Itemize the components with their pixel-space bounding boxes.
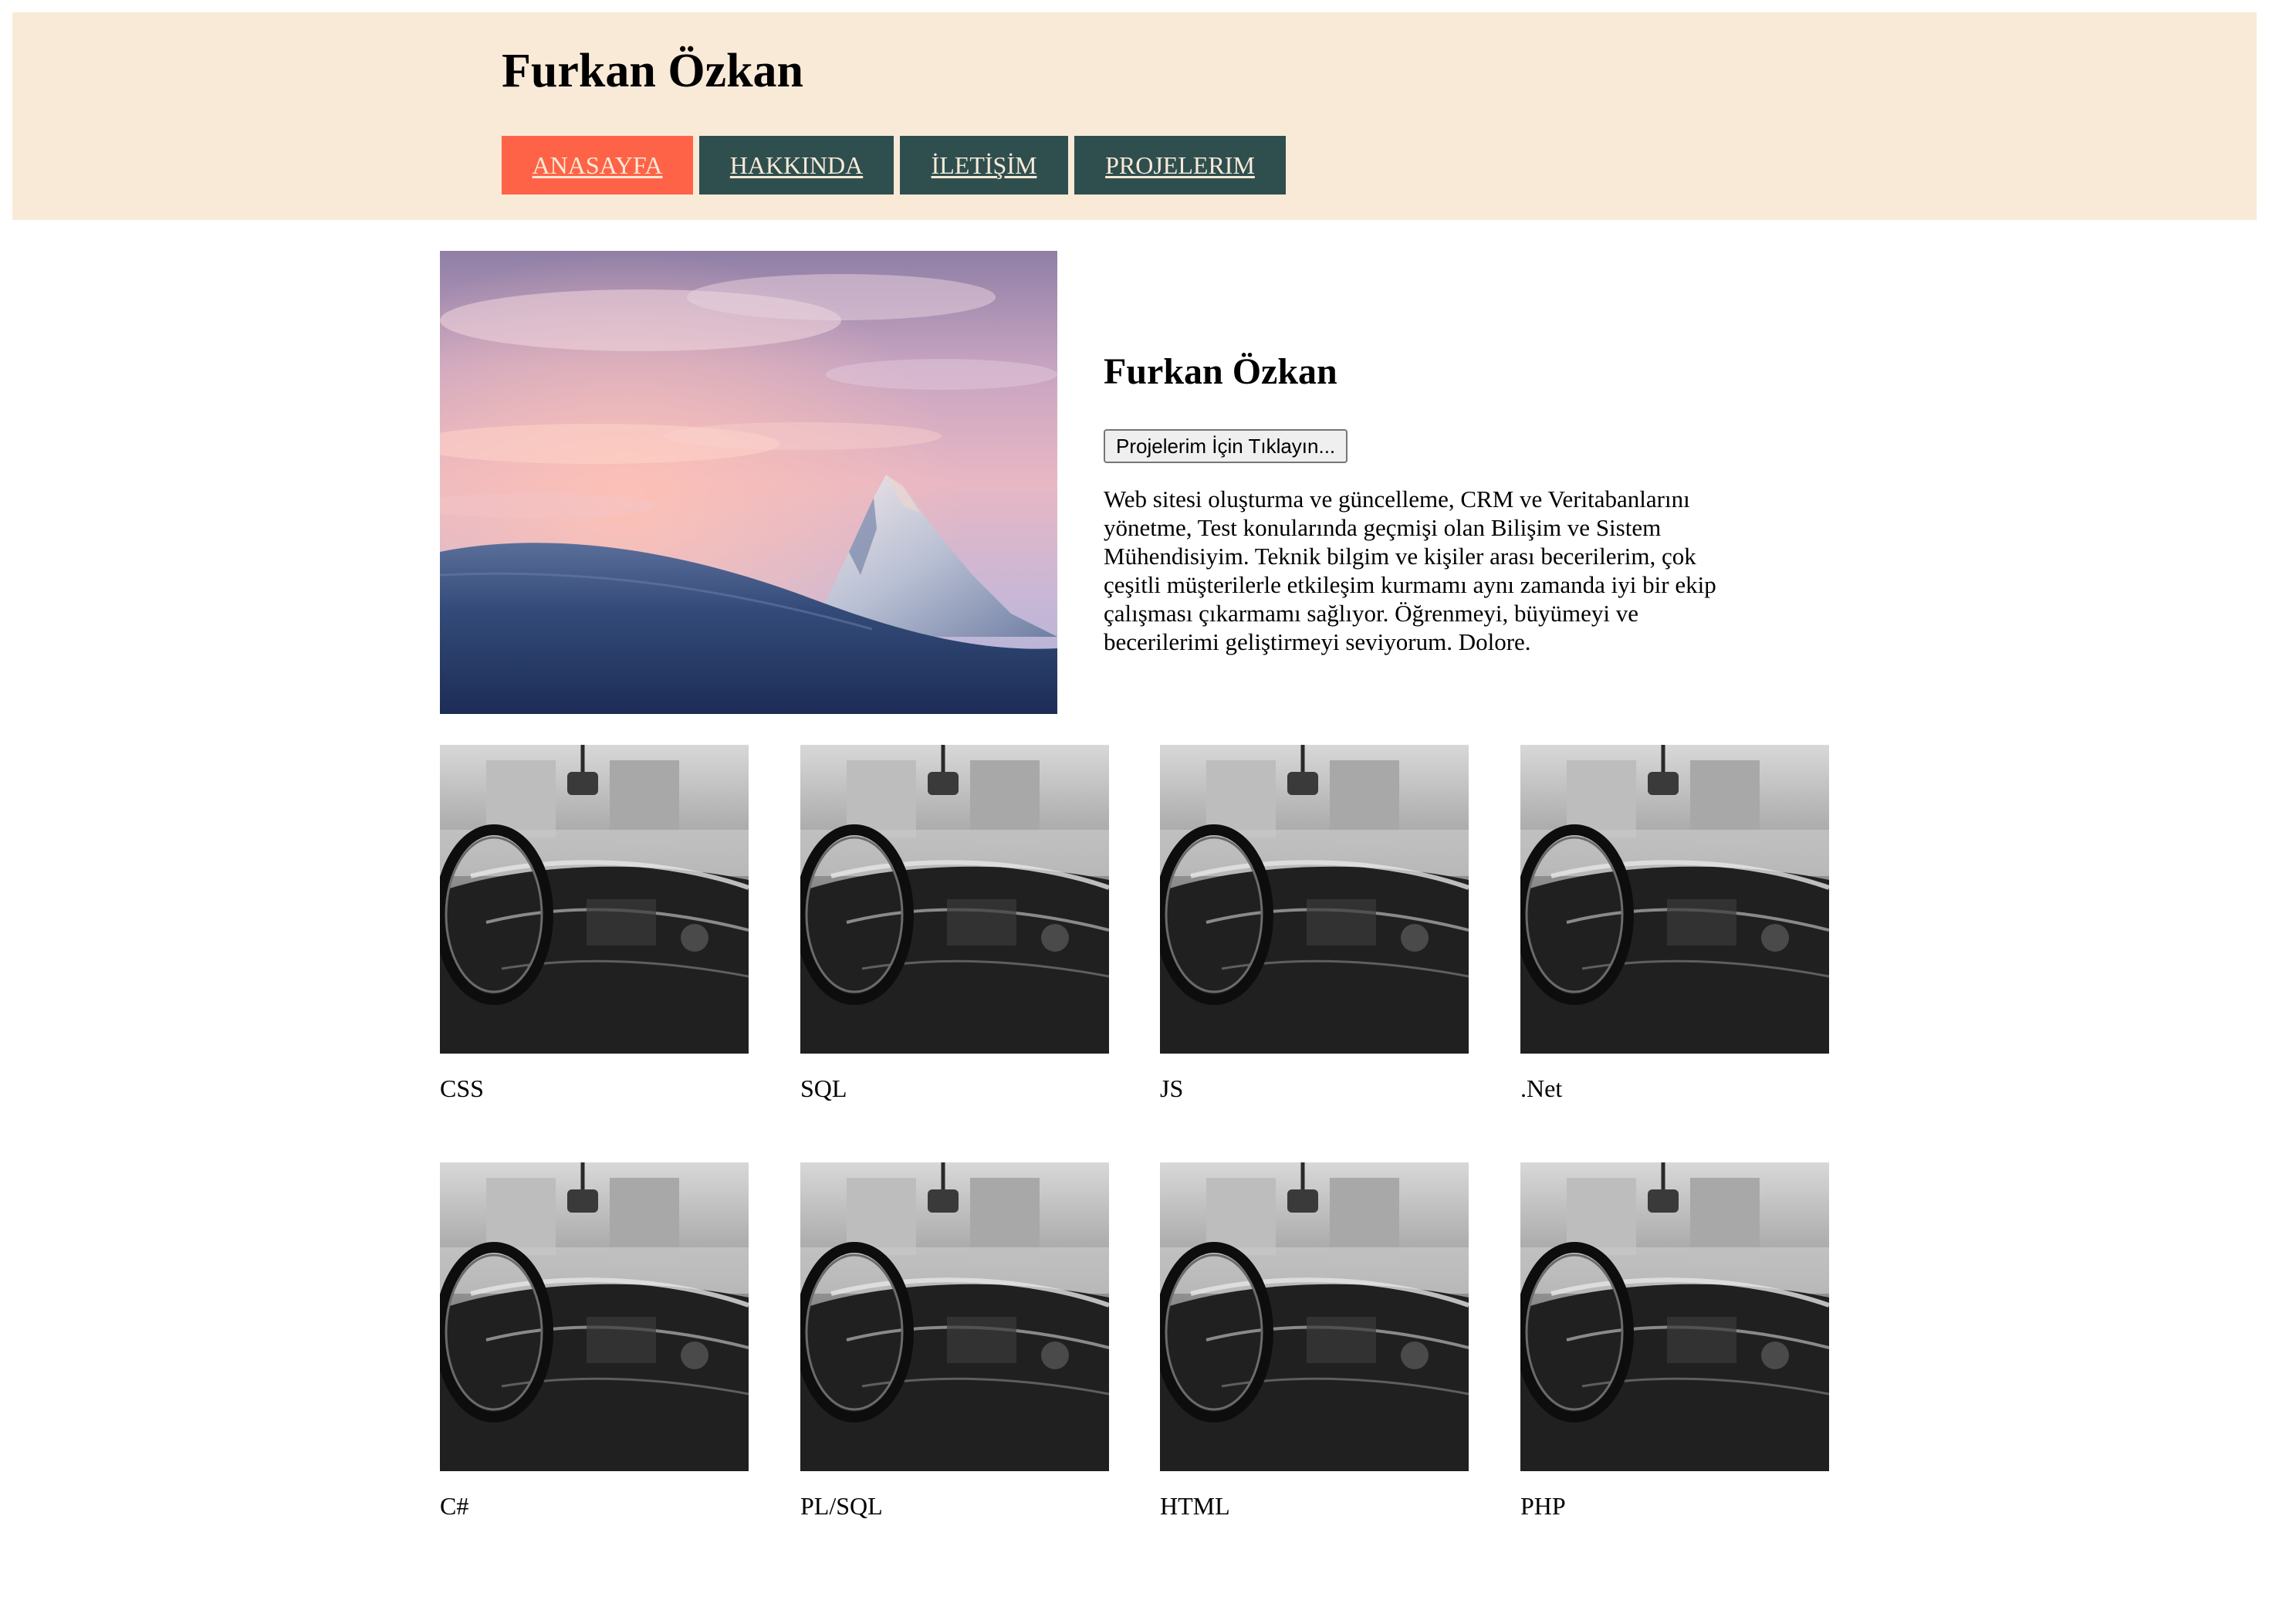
project-image <box>440 1162 749 1471</box>
profile-name: Furkan Özkan <box>1104 351 1337 392</box>
project-label: PL/SQL <box>800 1492 883 1520</box>
site-header: Furkan Özkan ANASAYFA HAKKINDA İLETİŞİM … <box>12 12 2257 220</box>
nav-item-hakkinda[interactable]: HAKKINDA <box>699 136 894 195</box>
project-image <box>1520 1162 1829 1471</box>
profile-section: Furkan Özkan Projelerim İçin Tıklayın...… <box>1104 351 1736 655</box>
profile-bio: Web sitesi oluşturma ve güncelleme, CRM … <box>1104 486 1716 655</box>
project-label: JS <box>1160 1074 1184 1102</box>
project-card-plsql[interactable]: PL/SQL <box>800 1162 1109 1520</box>
nav-item-projelerim[interactable]: PROJELERIM <box>1074 136 1286 195</box>
project-image <box>800 1162 1109 1471</box>
projects-button[interactable]: Projelerim İçin Tıklayın... <box>1104 429 1348 463</box>
project-image <box>1520 745 1829 1054</box>
project-label: CSS <box>440 1074 484 1102</box>
project-card-csharp[interactable]: C# <box>440 1162 749 1520</box>
nav-item-anasayfa[interactable]: ANASAYFA <box>502 136 693 195</box>
project-label: C# <box>440 1492 469 1520</box>
project-image <box>800 745 1109 1054</box>
project-card-php[interactable]: PHP <box>1520 1162 1829 1520</box>
nav-item-iletisim[interactable]: İLETİŞİM <box>900 136 1068 195</box>
project-label: HTML <box>1160 1492 1230 1520</box>
project-image <box>1160 1162 1469 1471</box>
project-label: PHP <box>1520 1492 1566 1520</box>
project-label: SQL <box>800 1074 847 1102</box>
hero-mountain-image <box>440 251 1057 714</box>
site-title: Furkan Özkan <box>502 45 804 97</box>
project-card-html[interactable]: HTML <box>1160 1162 1469 1520</box>
project-image <box>1160 745 1469 1054</box>
project-card-sql[interactable]: SQL <box>800 745 1109 1102</box>
project-image <box>440 745 749 1054</box>
project-card-dotnet[interactable]: .Net <box>1520 745 1829 1102</box>
project-card-js[interactable]: JS <box>1160 745 1469 1102</box>
project-label: .Net <box>1520 1074 1563 1102</box>
project-card-css[interactable]: CSS <box>440 745 749 1102</box>
main-nav: ANASAYFA HAKKINDA İLETİŞİM PROJELERIM <box>502 136 1286 195</box>
